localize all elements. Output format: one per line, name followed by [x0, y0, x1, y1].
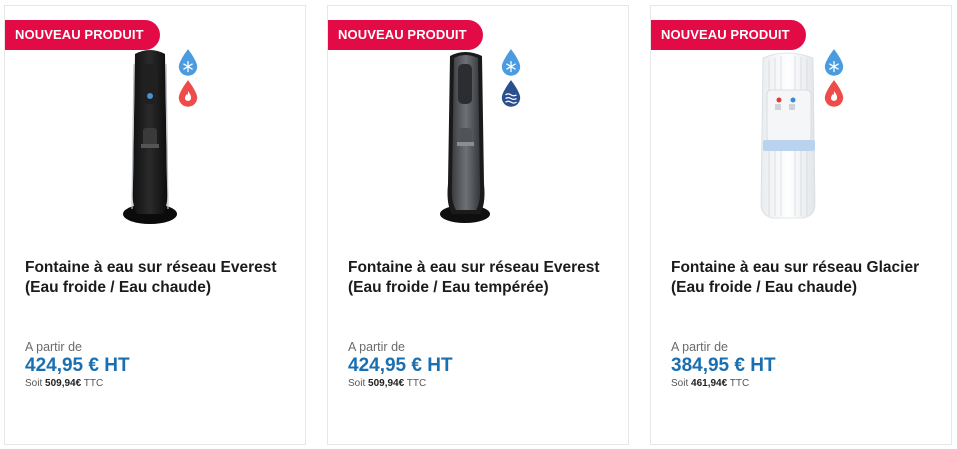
new-product-badge: NOUVEAU PRODUIT — [5, 20, 160, 50]
ttc-value: 509,94€ — [45, 378, 82, 389]
product-card[interactable]: NOUVEAU PRODUIT Fontaine à eau sur résea… — [327, 5, 629, 445]
new-product-badge: NOUVEAU PRODUIT — [328, 20, 483, 50]
price-ttc: Soit 509,94€ TTC — [25, 378, 103, 389]
price-ttc: Soit 509,94€ TTC — [348, 378, 426, 389]
new-product-badge: NOUVEAU PRODUIT — [651, 20, 806, 50]
ttc-suffix: TTC — [729, 378, 750, 389]
product-title[interactable]: Fontaine à eau sur réseau Glacier (Eau f… — [671, 258, 936, 298]
price-ttc: Soit 461,94€ TTC — [671, 378, 749, 389]
cold-water-icon — [501, 49, 521, 76]
price-ht: 424,95 € HT — [25, 355, 130, 376]
product-card[interactable]: NOUVEAU PRODUIT Fontaine à eau sur résea… — [650, 5, 952, 445]
ttc-value: 461,94€ — [691, 378, 728, 389]
ttc-prefix: Soit — [25, 378, 43, 389]
ttc-value: 509,94€ — [368, 378, 405, 389]
product-title[interactable]: Fontaine à eau sur réseau Everest (Eau f… — [348, 258, 613, 298]
ttc-prefix: Soit — [348, 378, 366, 389]
price-from-label: A partir de — [671, 340, 728, 354]
hot-water-icon — [178, 80, 198, 107]
ttc-suffix: TTC — [83, 378, 104, 389]
hot-water-icon — [824, 80, 844, 107]
price-ht: 424,95 € HT — [348, 355, 453, 376]
price-from-label: A partir de — [25, 340, 82, 354]
temperature-icons — [500, 48, 524, 110]
price-ht: 384,95 € HT — [671, 355, 776, 376]
tempered-water-icon — [501, 80, 521, 107]
product-card[interactable]: NOUVEAU PRODUIT Fontaine à eau sur résea… — [4, 5, 306, 445]
cold-water-icon — [178, 49, 198, 76]
product-title[interactable]: Fontaine à eau sur réseau Everest (Eau f… — [25, 258, 290, 298]
ttc-suffix: TTC — [406, 378, 427, 389]
temperature-icons — [177, 48, 201, 110]
price-from-label: A partir de — [348, 340, 405, 354]
temperature-icons — [823, 48, 847, 110]
cold-water-icon — [824, 49, 844, 76]
ttc-prefix: Soit — [671, 378, 689, 389]
